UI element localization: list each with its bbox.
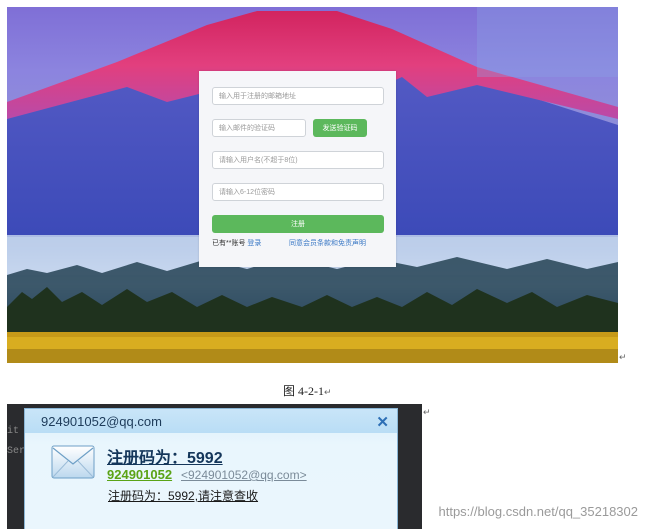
sender-email[interactable]: <924901052@qq.com> bbox=[181, 468, 307, 482]
watermark: https://blog.csdn.net/qq_35218302 bbox=[438, 504, 639, 519]
background-code-line: Ser bbox=[7, 446, 26, 457]
figure-caption: 图 4-2-1↵ bbox=[283, 382, 332, 399]
sender-qq-number[interactable]: 924901052 bbox=[107, 467, 172, 482]
close-icon[interactable]: ✕ bbox=[376, 413, 389, 431]
caption-text: 图 4-2-1 bbox=[283, 384, 324, 398]
register-form-card: 发送验证码 注册 已有**账号 登录 同意会员条款和免责声明 bbox=[199, 71, 396, 267]
paragraph-mark: ↵ bbox=[619, 352, 627, 362]
popup-sender: 924901052@qq.com bbox=[41, 414, 162, 429]
email-input[interactable] bbox=[212, 87, 384, 105]
email-notification-popup[interactable]: 924901052@qq.com ✕ 注册码为：5992 924901052 <… bbox=[24, 408, 398, 529]
send-code-button[interactable]: 发送验证码 bbox=[313, 119, 367, 137]
register-submit-button[interactable]: 注册 bbox=[212, 215, 384, 233]
envelope-icon bbox=[51, 445, 95, 479]
password-input[interactable] bbox=[212, 183, 384, 201]
verification-code-input[interactable] bbox=[212, 119, 306, 137]
have-account-text: 已有**账号 bbox=[212, 240, 246, 247]
paragraph-mark: ↵ bbox=[423, 407, 431, 417]
terms-link[interactable]: 同意会员条款和免责声明 bbox=[289, 238, 366, 248]
paragraph-mark: ↵ bbox=[324, 387, 332, 397]
background-code-line: it bbox=[7, 426, 20, 437]
login-link[interactable]: 登录 bbox=[247, 240, 261, 247]
popup-message[interactable]: 注册码为：5992,请注意查收 bbox=[108, 487, 258, 504]
popup-title[interactable]: 注册码为：5992 bbox=[107, 444, 223, 468]
popup-header: 924901052@qq.com ✕ bbox=[25, 409, 397, 433]
username-input[interactable] bbox=[212, 151, 384, 169]
login-prompt: 已有**账号 登录 bbox=[212, 238, 261, 248]
